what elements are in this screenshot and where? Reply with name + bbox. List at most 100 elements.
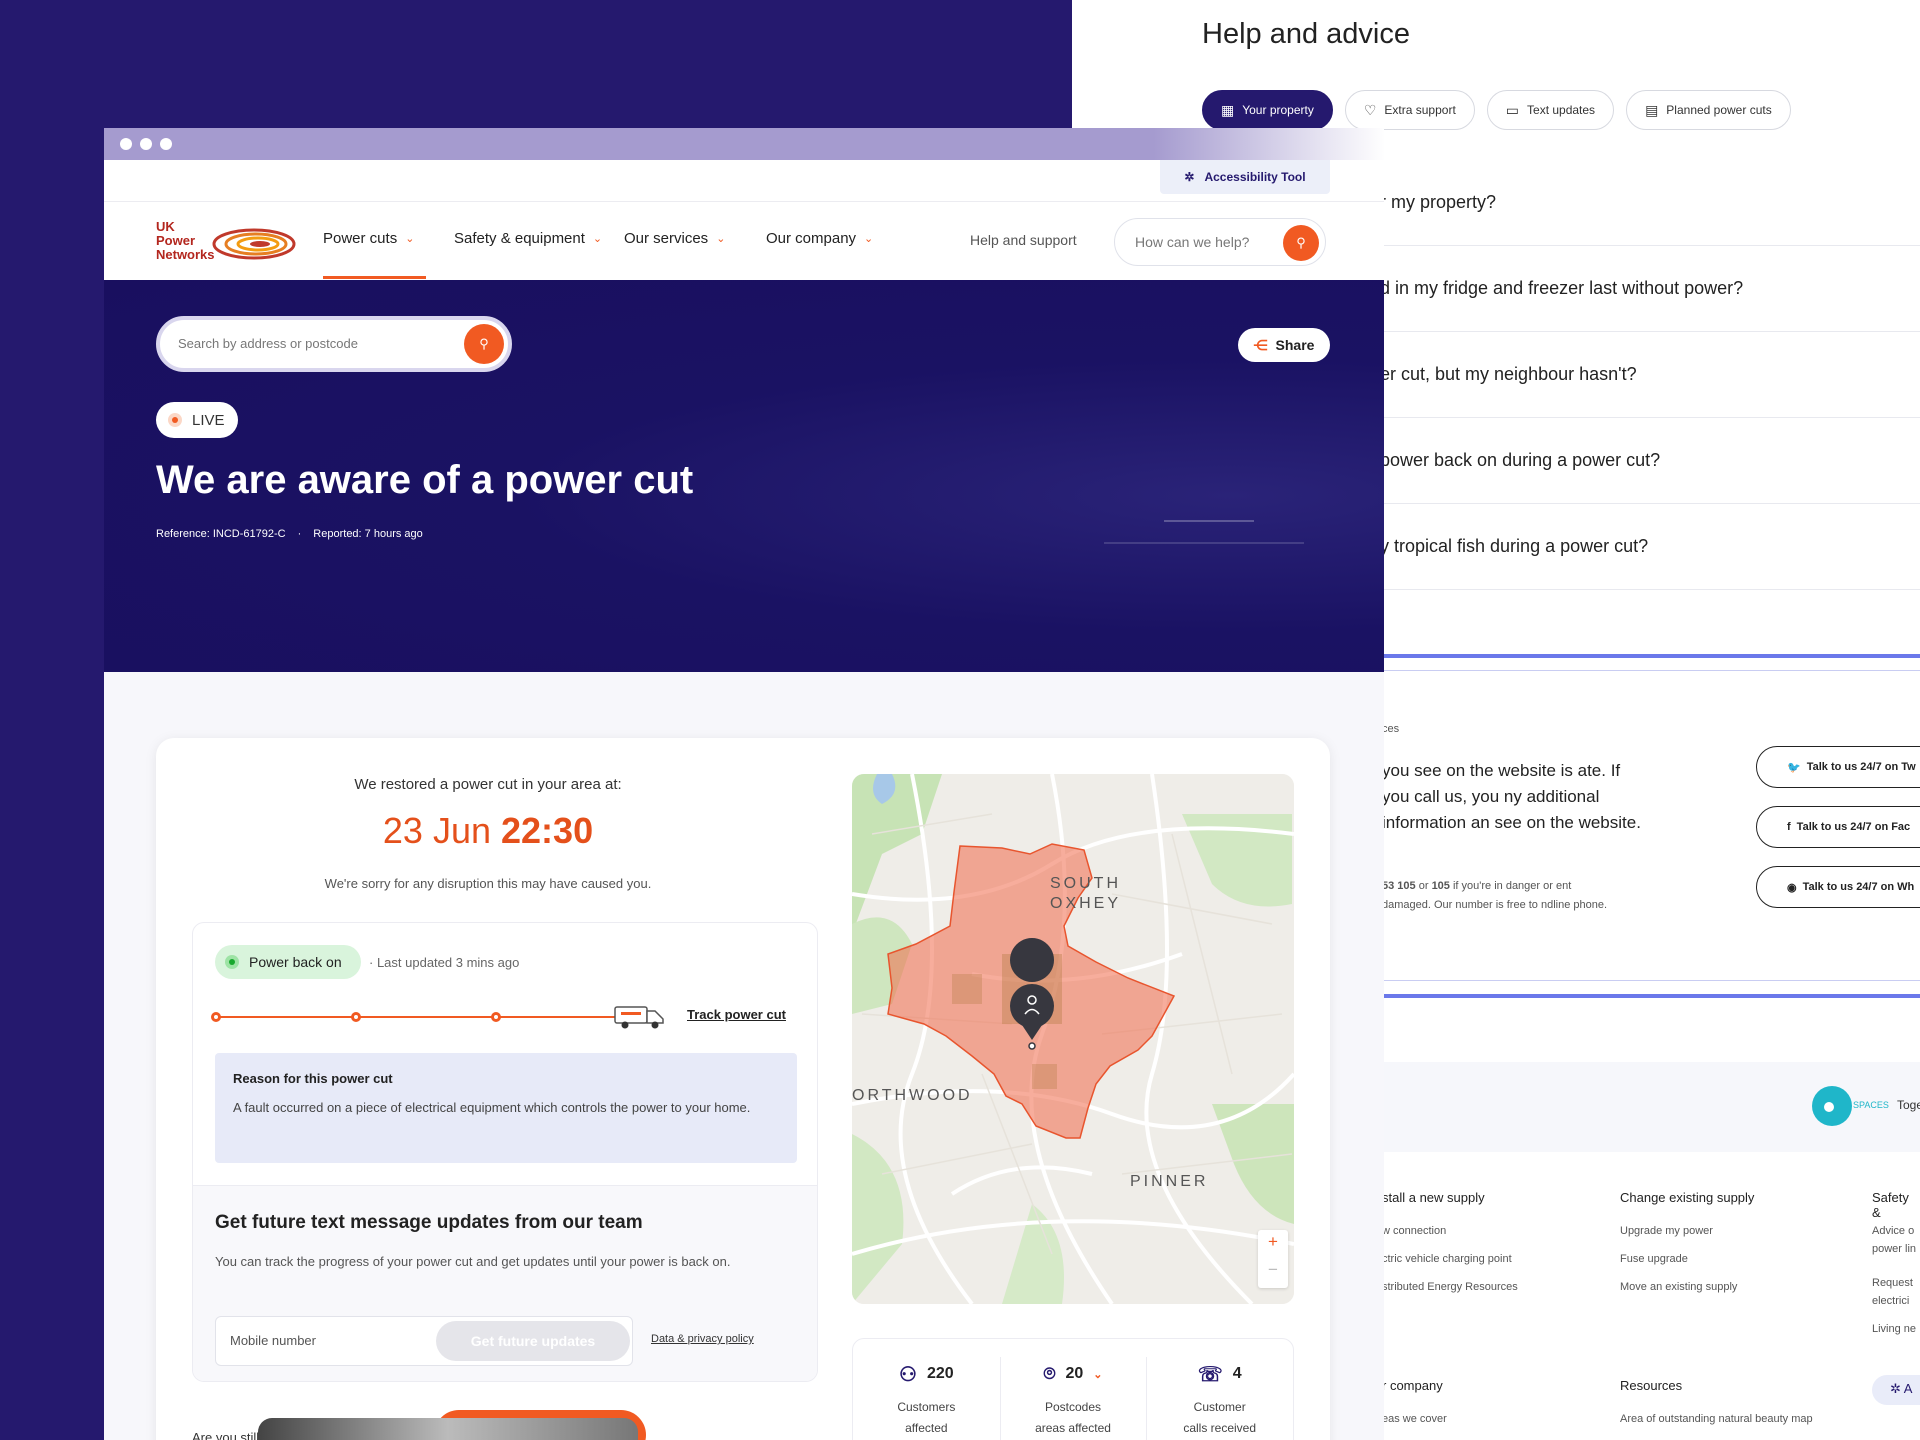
- divider: [1380, 994, 1920, 998]
- mobile-number-input[interactable]: Mobile number: [230, 1333, 316, 1348]
- tab-label: Planned power cuts: [1666, 103, 1772, 117]
- page-title: We are aware of a power cut: [156, 458, 694, 502]
- footer-link[interactable]: Request: [1872, 1274, 1913, 1292]
- footer-link[interactable]: eas we cover: [1382, 1410, 1447, 1428]
- stat-calls: ☏ 4 Customer calls received: [1146, 1339, 1293, 1440]
- share-button[interactable]: ⋲ Share: [1238, 328, 1330, 362]
- chevron-down-icon: ⌄: [864, 233, 874, 245]
- talk-facebook-button[interactable]: f Talk to us 24/7 on Fac: [1756, 806, 1920, 848]
- tab-planned-power-cuts[interactable]: ▤ Planned power cuts: [1626, 90, 1791, 130]
- live-dot-icon: [168, 413, 182, 427]
- footer-link[interactable]: Upgrade my power: [1620, 1222, 1713, 1240]
- stat-customers: ⚇ 220 Customers affected: [853, 1339, 1000, 1440]
- decorative-line: [1164, 520, 1254, 522]
- progress-track: [215, 1016, 615, 1018]
- footer-link[interactable]: Area of outstanding natural beauty map: [1620, 1410, 1813, 1428]
- tab-extra-support[interactable]: ♡ Extra support: [1344, 90, 1475, 130]
- window-titlebar: [104, 128, 1384, 160]
- nav-safety-equipment[interactable]: Safety & equipment ⌄: [454, 230, 602, 247]
- footer-link[interactable]: power lin: [1872, 1240, 1916, 1258]
- nav-our-company[interactable]: Our company ⌄: [766, 230, 873, 247]
- zoom-out-button[interactable]: −: [1258, 1260, 1288, 1280]
- address-search-input[interactable]: Search by address or postcode: [178, 336, 358, 351]
- stat-value: 4: [1232, 1365, 1242, 1382]
- impact-stats: ⚇ 220 Customers affected ⌾ 20 ⌄ Postcodes are…: [852, 1338, 1294, 1440]
- restored-datetime: 23 Jun 22:30: [382, 810, 594, 851]
- hero-banner: Search by address or postcode ⚲ ⋲ Share …: [104, 280, 1384, 672]
- window-control-dot[interactable]: [160, 138, 172, 150]
- footer-link[interactable]: stributed Energy Resources: [1382, 1278, 1518, 1296]
- mobile-number-form: Mobile number Get future updates: [215, 1316, 633, 1366]
- progress-step: [491, 1012, 501, 1022]
- accessibility-icon: ✲: [1184, 170, 1195, 184]
- footer-link[interactable]: Fuse upgrade: [1620, 1250, 1688, 1268]
- footer-link[interactable]: w connection: [1382, 1222, 1446, 1240]
- chevron-down-icon: ⌄: [592, 233, 603, 245]
- track-power-cut-link[interactable]: Track power cut: [687, 1007, 786, 1022]
- tab-your-property[interactable]: ▦ Your property: [1202, 90, 1333, 130]
- nav-help-support[interactable]: Help and support: [970, 232, 1077, 248]
- stat-value: 20: [1065, 1365, 1084, 1382]
- stat-postcodes[interactable]: ⌾ 20 ⌄ Postcodes areas affected: [999, 1339, 1147, 1440]
- nav-our-services[interactable]: Our services ⌄: [624, 230, 725, 247]
- ukpn-logo[interactable]: UK Power Networks: [156, 220, 296, 266]
- search-icon: ⚲: [1296, 235, 1306, 250]
- reason-box: Reason for this power cut A fault occurr…: [215, 1053, 797, 1163]
- talk-whatsapp-button[interactable]: ◉ Talk to us 24/7 on Wh: [1756, 866, 1920, 908]
- nav-power-cuts[interactable]: Power cuts ⌄: [323, 230, 414, 247]
- site-search[interactable]: How can we help? ⚲: [1114, 218, 1326, 266]
- map-canvas: [852, 774, 1294, 1304]
- window-control-dot[interactable]: [140, 138, 152, 150]
- status-badge: Power back on: [215, 945, 361, 979]
- privacy-policy-link[interactable]: Data & privacy policy: [651, 1333, 754, 1345]
- search-button[interactable]: ⚲: [1283, 225, 1319, 261]
- people-icon: ⚇: [899, 1363, 917, 1386]
- progress-step: [211, 1012, 221, 1022]
- tab-text-updates[interactable]: ▭ Text updates: [1486, 90, 1615, 130]
- address-search[interactable]: Search by address or postcode ⚲: [156, 316, 512, 372]
- divider: [1380, 654, 1920, 658]
- footer-link[interactable]: electrici: [1872, 1292, 1909, 1310]
- map-label: SOUTH: [1050, 875, 1121, 892]
- whatsapp-icon: ◉: [1787, 881, 1797, 894]
- footer-col-title: Resources: [1620, 1378, 1683, 1393]
- status-panel: Power back on · Last updated 3 mins ago …: [192, 922, 818, 1382]
- spaces-logo-text: SPACES: [1853, 1100, 1889, 1110]
- footer-link[interactable]: Move an existing supply: [1620, 1278, 1737, 1296]
- footer-link[interactable]: Advice o: [1872, 1222, 1914, 1240]
- status-dot-icon: [225, 955, 239, 969]
- accessibility-pill[interactable]: ✲ A: [1872, 1375, 1920, 1405]
- accessibility-icon: ✲: [1890, 1381, 1904, 1396]
- stat-label: Postcodes areas affected: [1035, 1400, 1111, 1435]
- utility-bar: ✲ Accessibility Tool: [104, 160, 1384, 202]
- window-control-dot[interactable]: [120, 138, 132, 150]
- tab-label: Text updates: [1527, 103, 1596, 117]
- footer-link[interactable]: Living ne: [1872, 1320, 1916, 1338]
- zoom-in-button[interactable]: +: [1258, 1232, 1288, 1252]
- footer-link[interactable]: ctric vehicle charging point: [1382, 1250, 1512, 1268]
- live-badge: LIVE: [156, 402, 238, 438]
- talk-twitter-button[interactable]: 🐦 Talk to us 24/7 on Tw: [1756, 746, 1920, 788]
- tab-label: Extra support: [1384, 103, 1456, 117]
- map-zoom-control: + −: [1258, 1230, 1288, 1288]
- search-icon: ⚲: [479, 336, 489, 351]
- incident-card: We restored a power cut in your area at:…: [156, 738, 1330, 1440]
- footer-col-title: stall a new supply: [1382, 1190, 1485, 1205]
- facebook-icon: f: [1787, 821, 1791, 833]
- stat-value: 220: [926, 1365, 954, 1382]
- incident-meta: Reference: INCD-61792-C · Reported: 7 ho…: [156, 528, 423, 540]
- stat-label: Customer calls received: [1183, 1400, 1257, 1435]
- location-pin-icon: ⌾: [1043, 1362, 1056, 1385]
- twitter-icon: 🐦: [1787, 761, 1801, 774]
- contact-label: ces: [1382, 723, 1400, 735]
- outage-map[interactable]: SOUTH OXHEY ORTHWOOD PINNER + −: [852, 774, 1294, 1304]
- accessibility-tool-button[interactable]: ✲ Accessibility Tool: [1160, 160, 1330, 194]
- text-updates-title: Get future text message updates from our…: [215, 1212, 643, 1233]
- reason-text: A fault occurred on a piece of electrica…: [233, 1100, 751, 1115]
- address-search-button[interactable]: ⚲: [464, 324, 504, 364]
- contact-note: 53 105 or 105 if you're in danger or ent…: [1382, 880, 1608, 911]
- logo-text: UK Power Networks: [156, 219, 215, 262]
- get-updates-button[interactable]: Get future updates: [436, 1321, 630, 1361]
- progress-step: [351, 1012, 361, 1022]
- site-search-input[interactable]: How can we help?: [1135, 234, 1249, 250]
